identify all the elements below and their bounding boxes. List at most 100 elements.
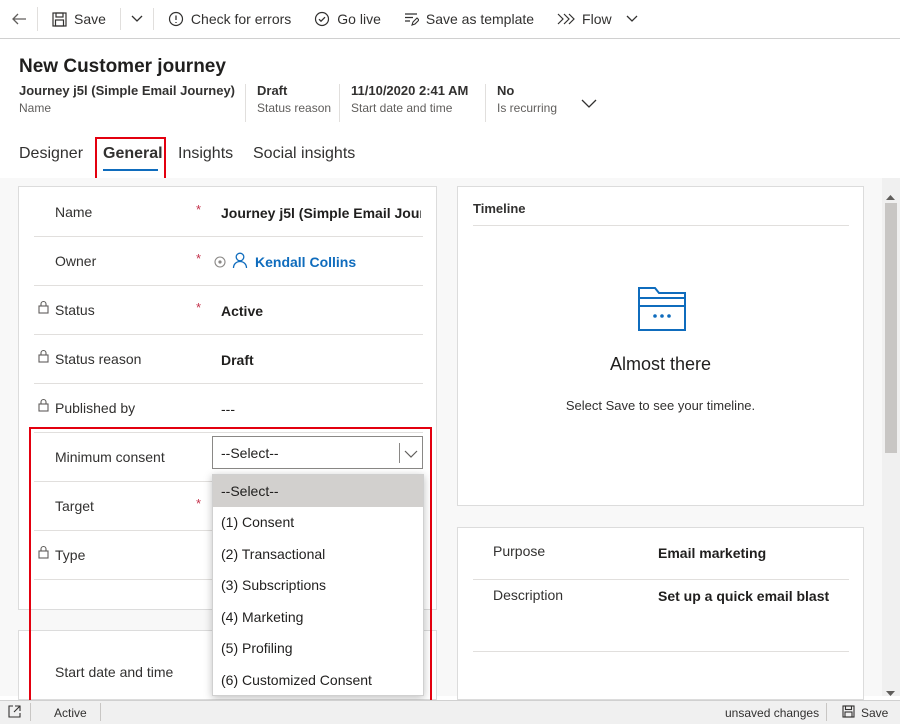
template-edit-icon <box>403 11 419 27</box>
tab-general[interactable]: General <box>103 145 163 163</box>
field-row-owner: Owner * Kendall Collins <box>34 237 423 286</box>
dropdown-option-subscriptions[interactable]: (3) Subscriptions <box>213 570 423 602</box>
field-row-status: Status * Active <box>34 286 423 335</box>
owner-link[interactable]: Kendall Collins <box>255 254 356 270</box>
status-divider <box>100 703 101 721</box>
flow-button[interactable]: Flow <box>557 0 638 39</box>
flow-icon <box>557 12 575 26</box>
status-divider <box>826 703 827 721</box>
header-field-status-reason: Draft Status reason <box>257 83 331 115</box>
field-label: Published by <box>55 400 136 416</box>
header-divider <box>245 84 246 122</box>
flow-label: Flow <box>582 11 612 27</box>
header-is-recurring-label: Is recurring <box>497 101 558 115</box>
toolbar-divider <box>152 8 154 30</box>
field-label: Owner <box>55 253 97 269</box>
minimum-consent-select[interactable]: --Select-- <box>212 436 423 469</box>
timeline-section: Timeline Almost there Select Save to see… <box>457 186 864 506</box>
tab-insights[interactable]: Insights <box>178 145 233 163</box>
command-bar: Save Check for errors Go live Save as te… <box>0 0 900 39</box>
tab-social-insights[interactable]: Social insights <box>253 145 355 163</box>
status-reason-value: Draft <box>221 352 254 368</box>
dropdown-option-transactional[interactable]: (2) Transactional <box>213 538 423 570</box>
scroll-up-arrow-icon[interactable] <box>886 187 895 203</box>
lock-icon <box>38 300 49 317</box>
go-live-label: Go live <box>337 11 381 27</box>
save-label: Save <box>74 11 106 27</box>
header-field-name: Journey j5l (Simple Email Journey) Name <box>19 83 235 115</box>
field-label: Status reason <box>55 351 142 367</box>
open-in-new-window-icon[interactable] <box>8 705 21 721</box>
header-start-date-value: 11/10/2020 2:41 AM <box>351 83 469 98</box>
minimum-consent-dropdown: --Select-- (1) Consent (2) Transactional… <box>212 474 424 696</box>
save-as-template-button[interactable]: Save as template <box>403 0 534 39</box>
header-divider <box>485 84 486 122</box>
header-divider <box>339 84 340 122</box>
scrollbar-thumb[interactable] <box>885 203 897 453</box>
header-status-reason-label: Status reason <box>257 101 332 115</box>
timeline-divider <box>473 225 849 226</box>
purpose-value[interactable]: Email marketing <box>658 545 766 561</box>
page-title: New Customer journey <box>19 56 226 77</box>
dropdown-option-select[interactable]: --Select-- <box>213 475 423 507</box>
published-by-value: --- <box>221 401 235 417</box>
info-circle-icon <box>168 11 184 27</box>
save-icon <box>52 11 67 27</box>
unsaved-changes-text: unsaved changes <box>725 706 820 720</box>
person-icon <box>232 252 248 272</box>
field-row-status-reason: Status reason Draft <box>34 335 423 384</box>
dropdown-option-marketing[interactable]: (4) Marketing <box>213 601 423 633</box>
header-name-value: Journey j5l (Simple Email Journey) <box>19 83 236 98</box>
description-label: Description <box>493 587 564 603</box>
scroll-down-arrow-icon[interactable] <box>886 684 895 700</box>
save-as-template-label: Save as template <box>425 11 535 27</box>
timeline-heading: Almost there <box>609 354 712 374</box>
details-section: Purpose Email marketing Description Set … <box>457 527 864 700</box>
lock-icon <box>38 349 49 366</box>
status-save-button[interactable]: Save <box>861 706 888 720</box>
header-field-start-date: 11/10/2020 2:41 AM Start date and time <box>351 83 468 115</box>
active-tab-indicator <box>103 169 158 171</box>
field-divider <box>473 579 849 580</box>
header-start-date-label: Start date and time <box>351 101 453 115</box>
lock-icon <box>38 545 49 562</box>
save-icon[interactable] <box>842 705 855 721</box>
chevron-down-icon[interactable] <box>404 446 418 462</box>
go-live-button[interactable]: Go live <box>314 0 381 39</box>
back-arrow-icon <box>11 13 26 25</box>
dropdown-option-profiling[interactable]: (5) Profiling <box>213 633 423 665</box>
required-indicator: * <box>196 202 202 217</box>
status-bar: Active unsaved changes Save <box>0 700 900 724</box>
start-date-label: Start date and time <box>55 664 174 680</box>
timeline-title: Timeline <box>473 201 526 216</box>
required-indicator: * <box>196 300 202 315</box>
field-label: Status <box>55 302 95 318</box>
presence-status-icon <box>214 255 226 271</box>
expand-header-button[interactable] <box>581 96 597 112</box>
name-value[interactable]: Journey j5l (Simple Email Jour... <box>221 205 421 221</box>
check-errors-label: Check for errors <box>190 11 292 27</box>
header-status-reason-value: Draft <box>257 83 288 98</box>
required-indicator: * <box>196 496 202 511</box>
field-row-name: Name * Journey j5l (Simple Email Jour... <box>34 188 423 237</box>
chevron-down-icon <box>131 15 143 22</box>
description-value[interactable]: Set up a quick email blast <box>658 588 829 604</box>
folder-icon <box>637 284 687 335</box>
check-errors-button[interactable]: Check for errors <box>168 0 291 39</box>
save-options-dropdown[interactable] <box>131 0 143 39</box>
lock-icon <box>38 398 49 415</box>
chevron-down-icon <box>626 15 638 22</box>
field-label: Name <box>55 204 93 220</box>
timeline-message: Select Save to see your timeline. <box>565 398 756 413</box>
header-name-label: Name <box>19 101 52 115</box>
dropdown-option-consent[interactable]: (1) Consent <box>213 507 423 539</box>
save-button[interactable]: Save <box>52 0 106 39</box>
chevron-down-icon <box>581 99 597 108</box>
tab-designer[interactable]: Designer <box>19 145 83 163</box>
record-status: Active <box>54 706 87 720</box>
back-button[interactable] <box>0 7 38 31</box>
header-is-recurring-value: No <box>497 83 515 98</box>
dropdown-option-customized-consent[interactable]: (6) Customized Consent <box>213 664 423 696</box>
checkmark-circle-icon <box>314 11 330 27</box>
status-value: Active <box>221 303 264 319</box>
